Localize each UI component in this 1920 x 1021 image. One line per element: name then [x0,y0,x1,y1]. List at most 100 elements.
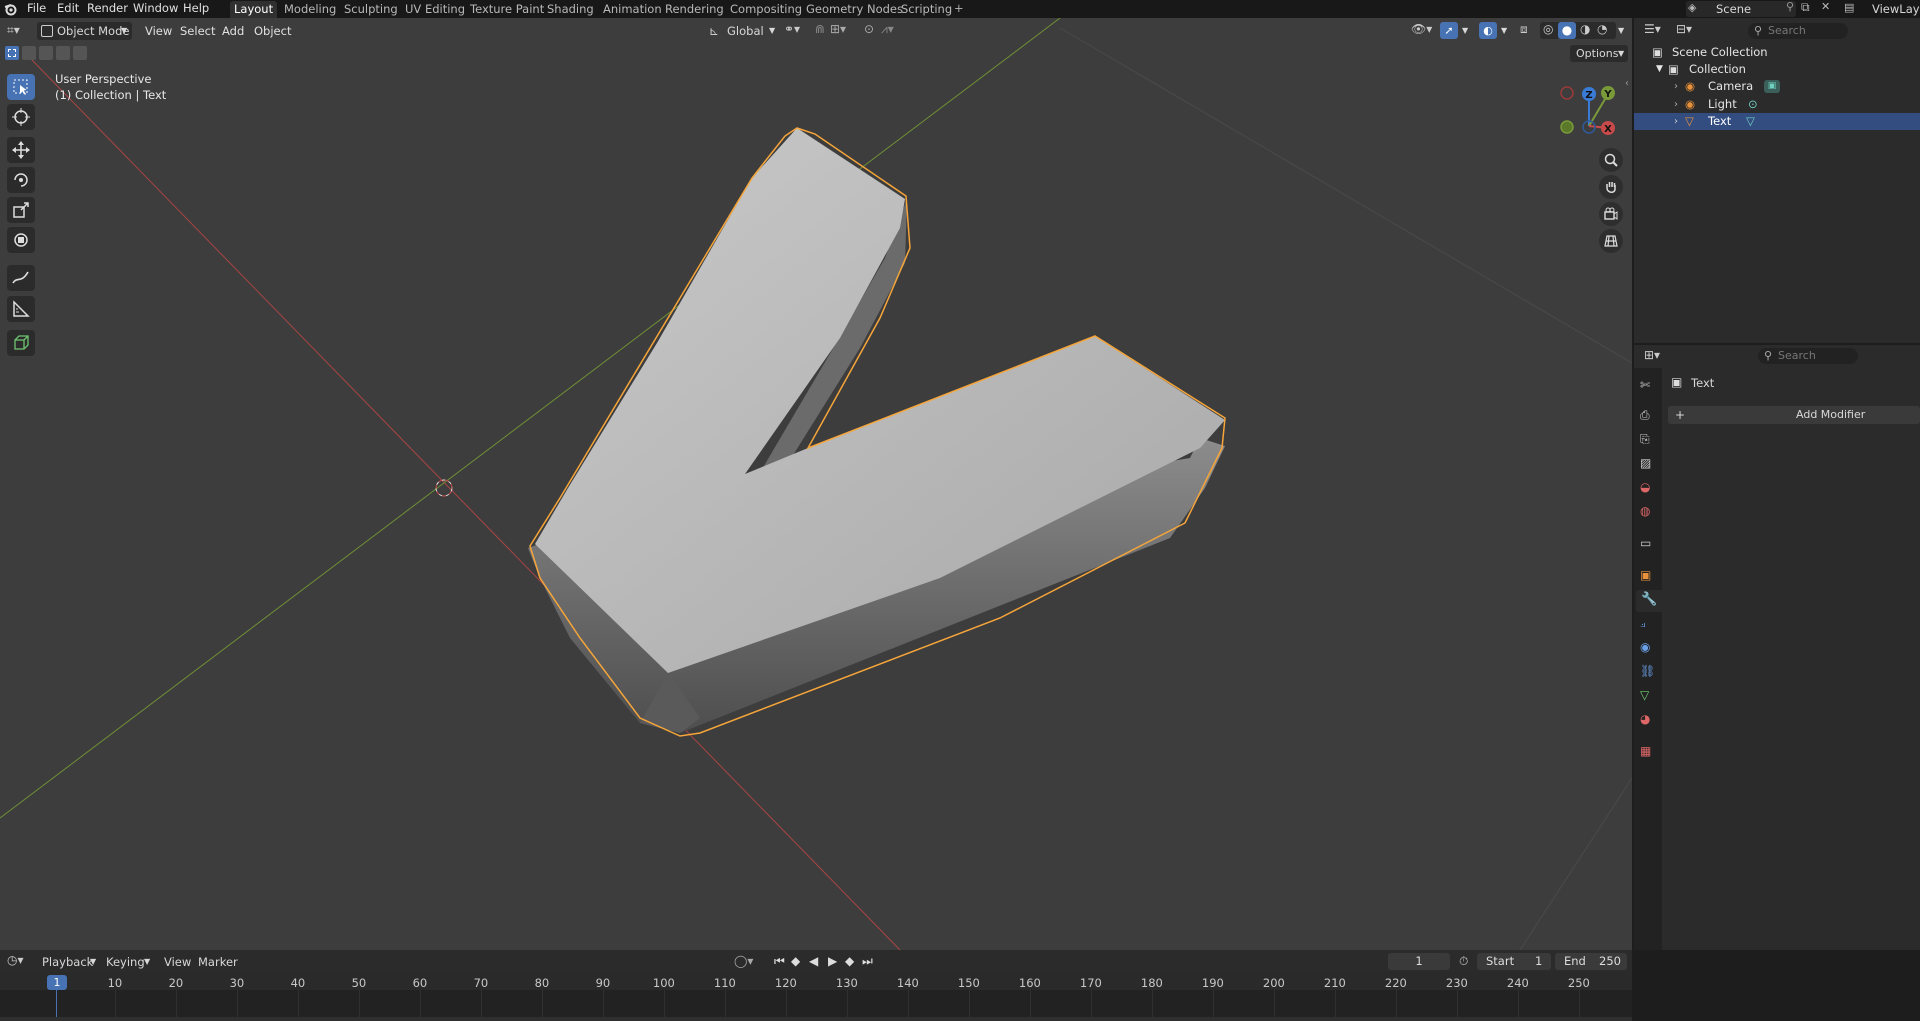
chevron-down-icon[interactable]: ▼ [1656,61,1663,78]
outliner-scene-collection[interactable]: ▣ Scene Collection [1634,44,1920,61]
overlay-toggle-icon[interactable]: ◐ [1479,22,1497,39]
falloff-icon[interactable]: ⩘▾ [881,22,894,37]
chevron-right-icon[interactable]: › [1674,96,1678,113]
wireframe-shading-icon[interactable]: ◎ [1543,22,1553,36]
select-new-icon[interactable] [5,46,19,60]
menu-edit[interactable]: Edit [57,0,79,18]
light-data-icon[interactable]: ⊙ [1748,96,1758,113]
jump-end-icon[interactable]: ⏭ [862,954,873,969]
outliner-item-text[interactable]: › ▽ Text ▽ [1634,113,1920,130]
tab-layout[interactable]: Layout [230,1,278,18]
tab-scripting[interactable]: Scripting [897,1,956,18]
menu-render[interactable]: Render [87,0,128,18]
timeline-scrollbar[interactable] [0,1017,1632,1021]
world-properties-icon[interactable]: ◍ [1640,504,1658,522]
jump-keyframe-forward-icon[interactable]: ◆ [845,954,854,968]
tool-settings-icon[interactable]: ✄ [1640,378,1658,396]
sidebar-toggle-icon[interactable]: ‹ [1625,78,1629,89]
gizmo-toggle-icon[interactable]: ➚ [1440,22,1458,39]
tab-modeling[interactable]: Modeling [280,1,340,18]
solid-shading-icon[interactable]: ● [1558,22,1576,39]
play-icon[interactable]: ▶ [828,954,837,968]
add-cube-tool[interactable] [7,330,35,356]
add-modifier-button[interactable]: + Add Modifier [1668,406,1920,424]
object-properties-icon[interactable]: ▣ [1640,568,1658,586]
select-invert-icon[interactable] [56,46,70,60]
jump-start-icon[interactable]: ⏮ [774,954,785,969]
output-properties-icon[interactable]: ⎘ [1640,432,1658,450]
jump-keyframe-back-icon[interactable]: ◆ [791,954,800,968]
new-scene-icon[interactable]: ⧉ [1801,0,1810,15]
perspective-toggle-icon[interactable] [1599,229,1623,253]
outliner-collection[interactable]: ▼ ▣ Collection [1634,61,1920,78]
text-object-v[interactable] [528,127,1226,737]
view-layer-selector[interactable]: ▤ ViewLayer [1842,1,1920,17]
menu-view[interactable]: View [145,22,172,40]
measure-tool[interactable] [7,296,35,322]
menu-help[interactable]: Help [183,0,209,18]
viewport-scene[interactable] [0,18,1632,950]
pivot-icon[interactable]: ⚭▾ [784,22,800,36]
particles-icon[interactable]: ⟓ [1640,616,1658,634]
auto-keying-icon[interactable]: ◯▾ [734,954,753,968]
snap-target-icon[interactable]: ⊞▾ [830,22,846,36]
menu-timeline-view[interactable]: View [164,955,191,969]
xray-icon[interactable]: ⧈ [1520,22,1528,37]
menu-file[interactable]: File [27,0,46,18]
annotate-tool[interactable] [7,265,35,291]
select-box-tool[interactable] [7,74,35,100]
mesh-data-icon[interactable]: ▽ [1746,113,1755,130]
navigation-gizmo[interactable]: Z Y X [1552,80,1622,140]
chevron-down-icon[interactable]: ▼ [1462,22,1468,40]
pan-hand-icon[interactable] [1599,175,1623,199]
select-intersect-icon[interactable] [73,46,87,60]
camera-data-icon[interactable]: ▣ [1764,80,1780,93]
stopwatch-icon[interactable]: ⏱ [1459,954,1468,969]
play-reverse-icon[interactable]: ◀ [809,954,818,968]
scale-tool[interactable] [7,197,35,223]
visibility-icon[interactable]: 👁▾ [1411,22,1432,36]
constraints-icon[interactable]: ⛓ [1640,664,1658,682]
tab-compositing[interactable]: Compositing [726,1,806,18]
start-frame-field[interactable]: Start 1 [1477,953,1551,970]
texture-properties-icon[interactable]: ▦ [1640,744,1658,762]
chevron-right-icon[interactable]: › [1674,78,1678,95]
delete-scene-icon[interactable]: ✕ [1821,0,1830,13]
rotate-tool[interactable] [7,167,35,193]
render-properties-icon[interactable]: ⎙ [1640,408,1658,426]
transform-orientation-dropdown[interactable]: ⊾ Global ▼ [709,22,777,40]
end-frame-field[interactable]: End 250 [1555,953,1627,970]
cursor-tool[interactable] [7,104,35,130]
material-properties-icon[interactable]: ◕ [1640,712,1658,730]
editor-type-selector[interactable]: ⌗▾ [5,22,31,40]
add-workspace-button[interactable]: + [954,0,964,18]
outliner-editor-icon[interactable]: ☰▾ [1644,22,1661,36]
menu-keying[interactable]: Keying [106,955,145,969]
data-properties-icon[interactable]: ▽ [1640,688,1658,706]
select-subtract-icon[interactable] [39,46,53,60]
properties-search-input[interactable]: ⚲ Search [1758,348,1858,364]
chevron-down-icon[interactable]: ▼ [1618,22,1624,40]
tab-uv-editing[interactable]: UV Editing [401,1,469,18]
tab-sculpting[interactable]: Sculpting [340,1,402,18]
timeline-editor-icon[interactable]: ◷▾ [7,953,24,967]
chevron-down-icon[interactable]: ▼ [1501,22,1507,40]
move-tool[interactable] [7,137,35,163]
tab-shading[interactable]: Shading [543,1,598,18]
view-layer-properties-icon[interactable]: ▨ [1640,456,1658,474]
outliner-item-camera[interactable]: › ◉ Camera ▣ [1634,78,1920,95]
pin-icon[interactable]: ⚲ [1786,0,1794,13]
playhead[interactable]: 1 [47,975,67,990]
blender-logo-icon[interactable] [4,2,18,16]
menu-add[interactable]: Add [222,22,244,40]
tab-animation[interactable]: Animation [599,1,666,18]
outliner-item-light[interactable]: › ◉ Light ⊙ [1634,96,1920,113]
snap-icon[interactable]: ⋒ [815,22,825,36]
transform-tool[interactable] [7,227,35,253]
outliner-search-input[interactable]: ⚲ Search [1748,23,1848,39]
menu-select[interactable]: Select [180,22,215,40]
menu-playback[interactable]: Playback [42,955,93,969]
options-dropdown[interactable]: Options ▼ [1570,45,1628,62]
select-extend-icon[interactable] [22,46,36,60]
tab-geometry-nodes[interactable]: Geometry Nodes [802,1,907,18]
